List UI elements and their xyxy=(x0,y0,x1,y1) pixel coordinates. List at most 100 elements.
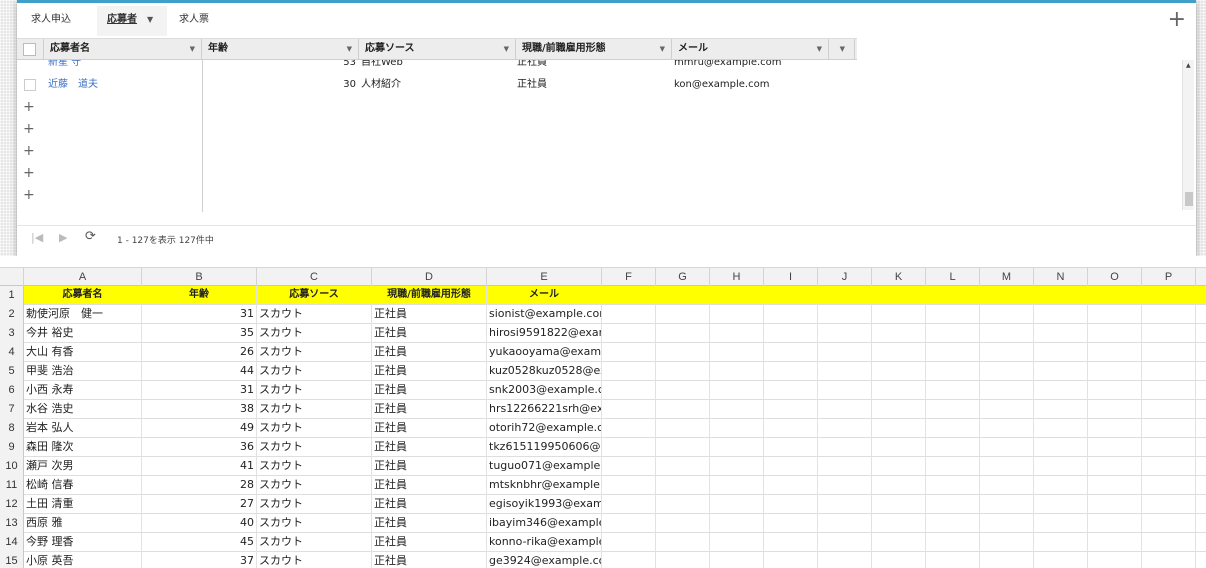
row-number[interactable]: 3 xyxy=(0,324,24,343)
header-cell[interactable]: 応募ソース xyxy=(257,286,372,305)
cell[interactable] xyxy=(1034,286,1088,305)
cell[interactable] xyxy=(1034,305,1088,324)
cell[interactable] xyxy=(872,476,926,495)
column-header-name[interactable]: 応募者名 ▼ xyxy=(44,39,202,60)
plus-icon[interactable]: + xyxy=(23,185,35,206)
name-cell[interactable]: 西原 雅 xyxy=(24,514,142,533)
column-header-G[interactable]: G xyxy=(656,268,710,286)
tab-applicants[interactable]: 応募者 ▼ xyxy=(97,6,167,36)
age-cell[interactable]: 26 xyxy=(142,343,257,362)
tab-job-postings[interactable]: 求人票 xyxy=(169,6,219,36)
cell[interactable] xyxy=(764,305,818,324)
cell[interactable] xyxy=(656,552,710,568)
name-cell[interactable]: 甲斐 浩治 xyxy=(24,362,142,381)
tab-job-applications[interactable]: 求人申込 xyxy=(21,6,81,36)
cell[interactable] xyxy=(872,438,926,457)
cell[interactable] xyxy=(710,514,764,533)
cell[interactable] xyxy=(710,381,764,400)
name-cell[interactable]: 大山 有香 xyxy=(24,343,142,362)
cell[interactable] xyxy=(1034,457,1088,476)
cell[interactable] xyxy=(602,514,656,533)
employment-cell[interactable]: 正社員 xyxy=(372,476,487,495)
cell[interactable] xyxy=(656,438,710,457)
refresh-icon[interactable]: ⟳ xyxy=(85,229,96,244)
cell[interactable] xyxy=(926,533,980,552)
cell[interactable] xyxy=(602,286,656,305)
column-header-N[interactable]: N xyxy=(1034,268,1088,286)
cell[interactable] xyxy=(818,533,872,552)
cell[interactable] xyxy=(926,457,980,476)
employment-cell[interactable]: 正社員 xyxy=(372,533,487,552)
source-cell[interactable]: スカウト xyxy=(257,343,372,362)
caret-down-icon[interactable]: ▼ xyxy=(840,39,845,59)
caret-down-icon[interactable]: ▼ xyxy=(190,39,195,59)
cell[interactable] xyxy=(872,381,926,400)
age-cell[interactable]: 45 xyxy=(142,533,257,552)
age-cell[interactable]: 31 xyxy=(142,381,257,400)
cell[interactable] xyxy=(656,400,710,419)
cell[interactable] xyxy=(926,324,980,343)
column-header-J[interactable]: J xyxy=(818,268,872,286)
cell[interactable] xyxy=(1034,419,1088,438)
cell[interactable] xyxy=(980,533,1034,552)
cell[interactable] xyxy=(710,305,764,324)
cell[interactable] xyxy=(818,305,872,324)
cell[interactable] xyxy=(872,533,926,552)
cell[interactable] xyxy=(926,495,980,514)
row-number[interactable]: 13 xyxy=(0,514,24,533)
cell[interactable] xyxy=(764,343,818,362)
cell[interactable] xyxy=(818,381,872,400)
cell[interactable] xyxy=(710,419,764,438)
cell[interactable] xyxy=(1034,438,1088,457)
cell[interactable] xyxy=(710,343,764,362)
plus-icon[interactable]: + xyxy=(23,97,35,118)
row-number[interactable]: 14 xyxy=(0,533,24,552)
cell[interactable] xyxy=(764,533,818,552)
cell[interactable] xyxy=(872,286,926,305)
column-header-E[interactable]: E xyxy=(487,268,602,286)
cell[interactable] xyxy=(1088,495,1142,514)
applicant-name-link[interactable]: 新星 守 xyxy=(48,60,198,74)
email-cell[interactable]: snk2003@example.com xyxy=(487,381,602,400)
name-cell[interactable]: 勅使河原 健一 xyxy=(24,305,142,324)
cell[interactable] xyxy=(1088,305,1142,324)
cell[interactable] xyxy=(602,305,656,324)
age-cell[interactable]: 35 xyxy=(142,324,257,343)
column-header-M[interactable]: M xyxy=(980,268,1034,286)
cell[interactable] xyxy=(1142,457,1196,476)
cell[interactable] xyxy=(980,495,1034,514)
cell[interactable] xyxy=(926,343,980,362)
cell[interactable] xyxy=(872,514,926,533)
cell[interactable] xyxy=(1034,514,1088,533)
column-header-I[interactable]: I xyxy=(764,268,818,286)
cell[interactable] xyxy=(1088,381,1142,400)
column-header-L[interactable]: L xyxy=(926,268,980,286)
cell[interactable] xyxy=(1088,514,1142,533)
cell[interactable] xyxy=(1088,419,1142,438)
employment-cell[interactable]: 正社員 xyxy=(372,514,487,533)
employment-cell[interactable]: 正社員 xyxy=(372,362,487,381)
age-cell[interactable]: 40 xyxy=(142,514,257,533)
cell[interactable] xyxy=(980,419,1034,438)
age-cell[interactable]: 44 xyxy=(142,362,257,381)
cell[interactable] xyxy=(1088,457,1142,476)
header-cell[interactable]: メール xyxy=(487,286,602,305)
cell[interactable] xyxy=(656,305,710,324)
table-row[interactable]: 新星 守 53 自社Web 正社員 mmru@example.com xyxy=(17,60,857,74)
source-cell[interactable]: スカウト xyxy=(257,438,372,457)
source-cell[interactable]: スカウト xyxy=(257,476,372,495)
cell[interactable] xyxy=(818,343,872,362)
cell[interactable] xyxy=(710,533,764,552)
cell[interactable] xyxy=(764,324,818,343)
cell[interactable] xyxy=(926,400,980,419)
applicant-name-link[interactable]: 近藤 道夫 xyxy=(48,75,198,96)
cell[interactable] xyxy=(710,400,764,419)
header-cell[interactable]: 応募者名 xyxy=(24,286,142,305)
source-cell[interactable]: スカウト xyxy=(257,495,372,514)
cell[interactable] xyxy=(1088,438,1142,457)
source-cell[interactable]: スカウト xyxy=(257,419,372,438)
cell[interactable] xyxy=(1034,324,1088,343)
employment-cell[interactable]: 正社員 xyxy=(372,552,487,568)
cell[interactable] xyxy=(872,457,926,476)
name-cell[interactable]: 小原 英吾 xyxy=(24,552,142,568)
